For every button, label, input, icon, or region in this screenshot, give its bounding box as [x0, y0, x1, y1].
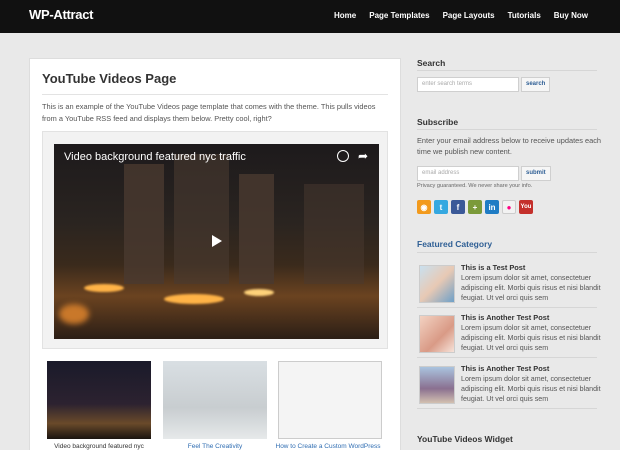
post-divider	[417, 307, 597, 308]
video-thumbnail-caption[interactable]: How to Create a Custom WordPress	[273, 443, 383, 450]
twitter-icon[interactable]: t	[434, 200, 448, 214]
play-icon[interactable]	[212, 235, 222, 247]
post-thumbnail[interactable]	[419, 315, 455, 353]
nav-tutorials[interactable]: Tutorials	[508, 11, 541, 20]
video-thumbnail[interactable]	[47, 361, 151, 439]
featured-post[interactable]: This is Another Test Post Lorem ipsum do…	[417, 364, 602, 409]
featured-post[interactable]: This is a Test Post Lorem ipsum dolor si…	[417, 263, 602, 308]
youtube-widget-title: YouTube Videos Widget	[417, 434, 513, 444]
submit-button[interactable]: submit	[521, 166, 551, 181]
video-title[interactable]: Video background featured nyc traffic	[64, 151, 246, 163]
subscribe-widget-title: Subscribe	[417, 117, 459, 127]
title-divider	[42, 94, 388, 95]
post-divider	[417, 357, 597, 358]
linkedin-icon[interactable]: in	[485, 200, 499, 214]
youtube-video-player[interactable]: Video background featured nyc traffic ➦	[54, 144, 379, 339]
google-plus-icon[interactable]: +	[468, 200, 482, 214]
video-thumbnail-caption[interactable]: Video background featured nyc	[44, 443, 154, 450]
intro-text: This is an example of the YouTube Videos…	[42, 102, 376, 123]
rss-icon[interactable]: ◉	[417, 200, 431, 214]
subscribe-text: Enter your email address below to receiv…	[417, 136, 602, 156]
main-nav: Home Page Templates Page Layouts Tutoria…	[334, 11, 588, 20]
widget-divider	[417, 70, 597, 71]
site-logo[interactable]: WP-Attract	[29, 7, 93, 22]
featured-post[interactable]: This is Another Test Post Lorem ipsum do…	[417, 313, 602, 358]
email-field[interactable]: email address	[417, 166, 519, 181]
video-thumbnail[interactable]	[278, 361, 382, 439]
post-excerpt: Lorem ipsum dolor sit amet, consectetuer…	[461, 324, 601, 352]
youtube-icon[interactable]: You	[519, 200, 533, 214]
video-thumbnail[interactable]	[163, 361, 267, 439]
post-excerpt: Lorem ipsum dolor sit amet, consectetuer…	[461, 274, 601, 302]
widget-divider	[417, 129, 597, 130]
search-widget-title: Search	[417, 58, 446, 68]
nav-page-layouts[interactable]: Page Layouts	[443, 11, 495, 20]
nav-buy-now[interactable]: Buy Now	[554, 11, 588, 20]
search-button[interactable]: search	[521, 77, 551, 92]
post-excerpt: Lorem ipsum dolor sit amet, consectetuer…	[461, 375, 601, 403]
facebook-icon[interactable]: f	[451, 200, 465, 214]
post-title[interactable]: This is Another Test Post	[461, 364, 549, 373]
privacy-note: Privacy guaranteed. We never share your …	[417, 183, 533, 189]
flickr-icon[interactable]: ●	[502, 200, 516, 214]
video-panel: Video background featured nyc traffic ➦	[42, 131, 388, 349]
nav-page-templates[interactable]: Page Templates	[369, 11, 429, 20]
search-form: enter search terms search	[417, 77, 551, 92]
post-title[interactable]: This is a Test Post	[461, 263, 525, 272]
nav-home[interactable]: Home	[334, 11, 356, 20]
featured-category-title[interactable]: Featured Category	[417, 239, 492, 249]
post-thumbnail[interactable]	[419, 366, 455, 404]
watch-later-icon[interactable]	[337, 150, 349, 162]
share-icon[interactable]: ➦	[358, 149, 368, 163]
main-content: YouTube Videos Page This is an example o…	[29, 58, 401, 450]
page-title: YouTube Videos Page	[42, 71, 177, 86]
subscribe-form: email address submit	[417, 166, 551, 181]
video-thumbnail-caption[interactable]: Feel The Creativity	[160, 443, 270, 450]
post-thumbnail[interactable]	[419, 265, 455, 303]
site-header: WP-Attract Home Page Templates Page Layo…	[0, 0, 620, 33]
post-title[interactable]: This is Another Test Post	[461, 313, 549, 322]
video-thumbnails: Video background featured nyc Feel The C…	[47, 361, 387, 450]
search-input[interactable]: enter search terms	[417, 77, 519, 92]
widget-divider	[417, 252, 597, 253]
social-icons: ◉ t f + in ● You	[417, 200, 533, 214]
post-divider	[417, 408, 597, 409]
